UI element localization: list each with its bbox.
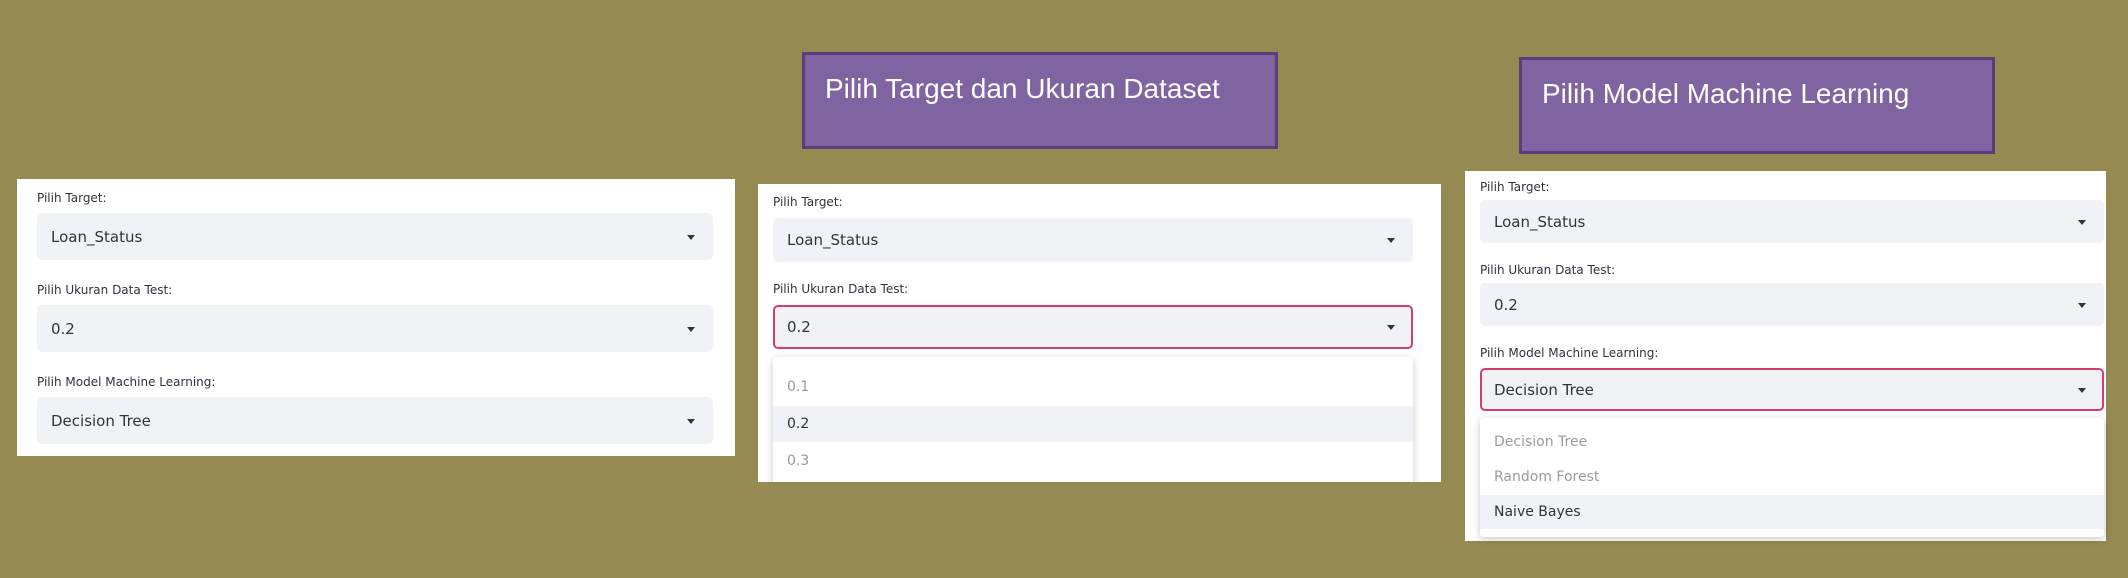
test-size-select[interactable]: 0.2 <box>773 305 1413 349</box>
test-size-label: Pilih Ukuran Data Test: <box>773 282 909 296</box>
caret-down-icon <box>1387 238 1395 243</box>
banner-model-ml-text: Pilih Model Machine Learning <box>1542 78 1910 109</box>
test-size-select-value: 0.2 <box>1494 295 1518 314</box>
test-size-option[interactable]: 0.3 <box>773 443 1413 479</box>
caret-down-icon <box>2078 387 2086 393</box>
banner-target-dataset-text: Pilih Target dan Ukuran Dataset <box>825 73 1220 104</box>
model-label: Pilih Model Machine Learning: <box>1480 346 1659 360</box>
target-label: Pilih Target: <box>1480 180 1550 194</box>
target-select-value: Loan_Status <box>1494 212 1586 231</box>
test-size-label: Pilih Ukuran Data Test: <box>1480 263 1616 277</box>
test-size-select[interactable]: 0.2 <box>37 305 713 352</box>
test-size-option[interactable]: 0.2 <box>773 406 1413 442</box>
target-select[interactable]: Loan_Status <box>1480 200 2104 243</box>
target-select[interactable]: Loan_Status <box>773 218 1413 262</box>
banner-model-ml: Pilih Model Machine Learning <box>1519 57 1995 154</box>
test-size-dropdown: 0.1 0.2 0.3 <box>773 357 1413 482</box>
banner-target-dataset: Pilih Target dan Ukuran Dataset <box>802 52 1278 149</box>
model-option[interactable]: Random Forest <box>1480 460 2104 494</box>
caret-down-icon <box>687 234 695 240</box>
target-select[interactable]: Loan_Status <box>37 213 713 260</box>
target-label: Pilih Target: <box>37 191 107 205</box>
model-select[interactable]: Decision Tree <box>1480 368 2104 411</box>
model-option[interactable]: Decision Tree <box>1480 425 2104 459</box>
model-option[interactable]: Naive Bayes <box>1480 495 2104 529</box>
test-size-select[interactable]: 0.2 <box>1480 283 2104 326</box>
model-select-value: Decision Tree <box>1494 380 1594 399</box>
model-select-value: Decision Tree <box>51 411 151 430</box>
caret-down-icon <box>687 326 695 332</box>
panel-test-size-open: Pilih Target: Loan_Status Pilih Ukuran D… <box>758 184 1441 482</box>
model-dropdown: Decision Tree Random Forest Naive Bayes <box>1480 418 2104 537</box>
target-label: Pilih Target: <box>773 195 843 209</box>
model-select[interactable]: Decision Tree <box>37 397 713 444</box>
caret-down-icon <box>2078 219 2086 225</box>
caret-down-icon <box>1387 325 1395 330</box>
caret-down-icon <box>687 418 695 424</box>
test-size-select-value: 0.2 <box>51 319 75 338</box>
caret-down-icon <box>2078 302 2086 308</box>
test-size-select-value: 0.2 <box>787 318 811 336</box>
target-select-value: Loan_Status <box>51 227 143 246</box>
model-label: Pilih Model Machine Learning: <box>37 375 216 389</box>
test-size-option[interactable]: 0.1 <box>773 369 1413 405</box>
target-select-value: Loan_Status <box>787 231 879 249</box>
panel-all-closed: Pilih Target: Loan_Status Pilih Ukuran D… <box>17 179 735 456</box>
panel-model-open: Pilih Target: Loan_Status Pilih Ukuran D… <box>1465 171 2106 541</box>
test-size-label: Pilih Ukuran Data Test: <box>37 283 173 297</box>
